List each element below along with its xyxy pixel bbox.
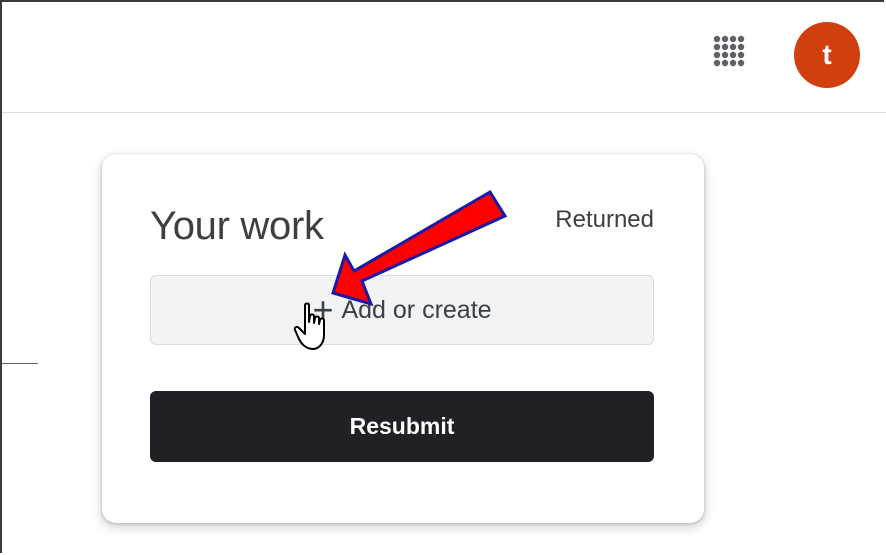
resubmit-button[interactable]: Resubmit bbox=[150, 391, 654, 462]
card-title: Your work bbox=[150, 204, 324, 248]
hand-pointer-icon bbox=[293, 302, 325, 350]
side-divider bbox=[2, 363, 38, 364]
top-app-bar: t bbox=[2, 2, 886, 113]
add-or-create-button[interactable]: + Add or create bbox=[150, 275, 654, 345]
apps-grid-icon[interactable] bbox=[708, 30, 750, 72]
your-work-card: Your work Returned + Add or create Resub… bbox=[102, 154, 704, 523]
add-or-create-label: Add or create bbox=[341, 295, 492, 324]
status-label: Returned bbox=[555, 206, 654, 233]
account-avatar[interactable]: t bbox=[794, 22, 860, 88]
